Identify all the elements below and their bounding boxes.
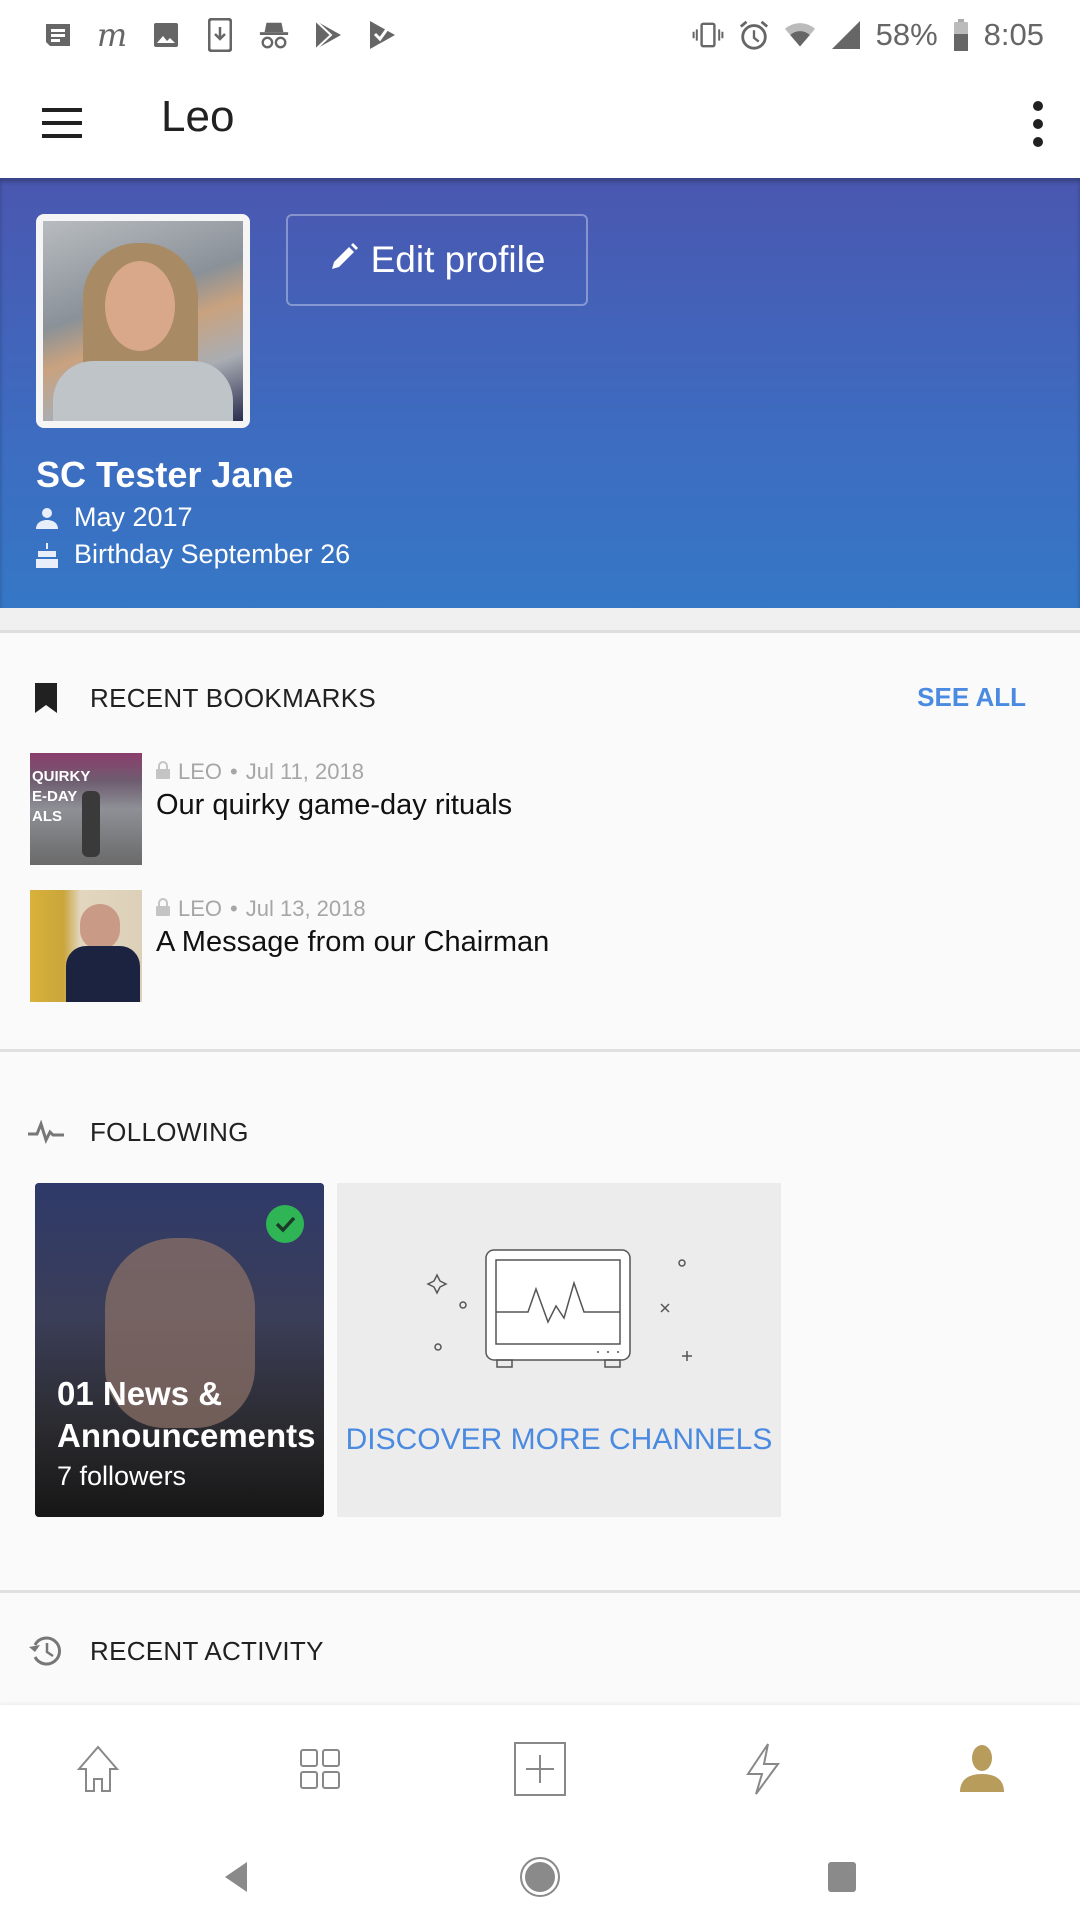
back-icon[interactable]: [206, 1847, 266, 1907]
section-gap: [0, 608, 1080, 633]
download-icon: [204, 18, 236, 52]
lock-icon: [156, 759, 170, 785]
nav-home-icon[interactable]: [68, 1739, 128, 1799]
history-icon: [26, 1631, 66, 1671]
bookmark-title: Our quirky game-day rituals: [156, 789, 513, 821]
status-bar: m 58% 8:05: [0, 0, 1080, 70]
nav-channels-icon[interactable]: [290, 1739, 350, 1799]
bookmark-source: LEO: [178, 896, 223, 921]
medium-icon: m: [96, 16, 128, 54]
bookmark-title: A Message from our Chairman: [156, 926, 550, 958]
monitor-illustration-icon: [426, 1249, 692, 1368]
messages-icon: [42, 19, 74, 51]
bookmark-source: LEO: [178, 759, 223, 784]
list-item[interactable]: LEO • Jul 13, 2018 A Message from our Ch…: [30, 890, 1050, 1002]
play-check-icon: [366, 19, 398, 51]
play-store-icon: [312, 19, 344, 51]
joined-date: May 2017: [74, 502, 193, 532]
channel-name: 01 News & Announcements: [57, 1375, 316, 1454]
recents-icon[interactable]: [812, 1847, 872, 1907]
channel-card[interactable]: 01 News & Announcements 7 followers: [35, 1183, 324, 1517]
lock-icon: [156, 896, 170, 922]
profile-name: SC Tester Jane: [36, 454, 294, 495]
clock: 8:05: [983, 17, 1044, 52]
channel-followers: 7 followers: [57, 1461, 187, 1491]
birthday: Birthday September 26: [74, 539, 351, 569]
bookmark-meta: LEO • Jul 11, 2018: [156, 759, 364, 785]
more-vert-icon[interactable]: [1018, 96, 1058, 152]
discover-more-channels-label: DISCOVER MORE CHANNELS: [345, 1423, 773, 1456]
avatar[interactable]: [36, 214, 250, 428]
bookmark-icon: [26, 678, 66, 718]
battery-percent: 58%: [875, 17, 938, 52]
alarm-icon: [738, 19, 770, 51]
following-heading: FOLLOWING: [26, 1112, 249, 1152]
edit-profile-button[interactable]: Edit profile: [286, 214, 588, 306]
joined-row: May 2017: [36, 502, 193, 533]
following-heading-label: FOLLOWING: [90, 1116, 249, 1147]
bookmark-thumbnail: QUIRKY E-DAY ALS: [30, 753, 142, 865]
signal-icon: [830, 19, 862, 51]
list-item[interactable]: QUIRKY E-DAY ALS LEO • Jul 11, 2018 Our …: [30, 753, 1050, 865]
system-navigation-bar: [0, 1835, 1080, 1920]
recent-activity-heading: RECENT ACTIVITY: [26, 1631, 324, 1671]
bookmarks-section: RECENT BOOKMARKS SEE ALL QUIRKY E-DAY AL…: [0, 636, 1080, 1050]
recent-activity-heading-label: RECENT ACTIVITY: [90, 1635, 324, 1666]
person-icon: [36, 505, 58, 531]
incognito-icon: [258, 19, 290, 51]
pulse-icon: [26, 1112, 66, 1152]
bookmark-date: Jul 13, 2018: [245, 896, 366, 921]
bottom-navigation: [0, 1705, 1080, 1835]
recent-activity-section: RECENT ACTIVITY: [0, 1593, 1080, 1705]
cake-icon: [36, 542, 58, 568]
wifi-icon: [784, 19, 816, 51]
bookmark-meta: LEO • Jul 13, 2018: [156, 896, 366, 922]
followed-check-icon: [266, 1205, 304, 1243]
edit-profile-label: Edit profile: [370, 239, 546, 280]
pencil-icon: [329, 239, 359, 281]
page-title: Leo: [161, 92, 235, 141]
gallery-icon: [150, 19, 182, 51]
birthday-row: Birthday September 26: [36, 539, 350, 570]
bookmark-date: Jul 11, 2018: [245, 759, 364, 784]
hamburger-menu-icon[interactable]: [42, 102, 84, 144]
discover-channels-card[interactable]: DISCOVER MORE CHANNELS: [337, 1183, 781, 1517]
bookmarks-heading-label: RECENT BOOKMARKS: [90, 682, 377, 713]
app-bar: Leo: [0, 70, 1080, 178]
bookmark-thumbnail: [30, 890, 142, 1002]
nav-activity-icon[interactable]: [732, 1739, 792, 1799]
thumb-text: QUIRKY: [32, 768, 91, 785]
avatar-photo: [43, 221, 243, 421]
profile-header: Edit profile SC Tester Jane May 2017 Bir…: [0, 178, 1080, 608]
bookmarks-heading: RECENT BOOKMARKS: [26, 678, 376, 718]
vibrate-icon: [692, 19, 724, 51]
nav-profile-icon[interactable]: [952, 1739, 1012, 1799]
nav-create-icon[interactable]: [510, 1739, 570, 1799]
see-all-button[interactable]: SEE ALL: [917, 682, 1026, 713]
home-button-icon[interactable]: [510, 1847, 570, 1907]
battery-icon: [952, 19, 970, 51]
